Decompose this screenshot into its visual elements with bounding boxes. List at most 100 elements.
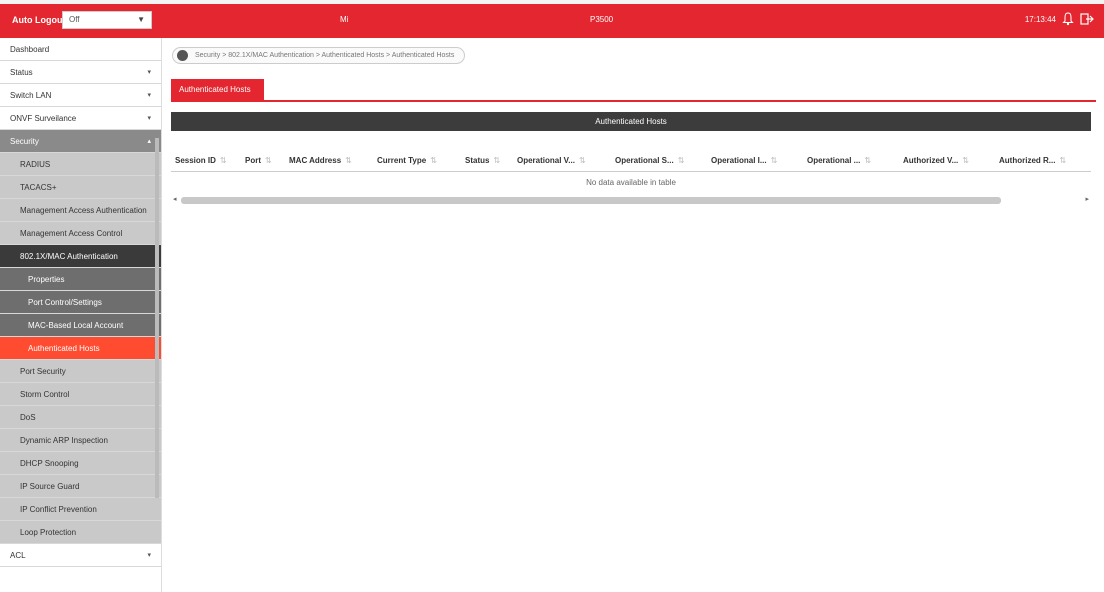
sidebar-item-label: MAC-Based Local Account [28, 321, 124, 330]
column-label: Status [465, 156, 490, 165]
sort-icon: ⇅ [864, 156, 872, 165]
sidebar-item-ip-source-guard[interactable]: IP Source Guard [0, 475, 161, 498]
column-header-port[interactable]: Port ⇅ [241, 150, 285, 171]
model-label: P3500 [590, 15, 614, 24]
top-bar: Auto Logout Off ▼ Mi P3500 17:13:44 [0, 4, 1104, 38]
column-label: Port [245, 156, 261, 165]
tab-underline [171, 100, 1096, 102]
sidebar-item-port-control-settings[interactable]: Port Control/Settings [0, 291, 161, 314]
sidebar-scrollbar[interactable] [155, 138, 159, 498]
breadcrumb: Security > 802.1X/MAC Authentication > A… [172, 47, 466, 64]
sidebar-item-management-access-control[interactable]: Management Access Control [0, 222, 161, 245]
auto-logout-value: Off [69, 15, 80, 24]
sidebar-item-label: Storm Control [20, 390, 70, 399]
sidebar-item-label: DHCP Snooping [20, 459, 79, 468]
sidebar-item-status[interactable]: Status ▾ [0, 61, 161, 84]
sidebar-item-ip-conflict-prevention[interactable]: IP Conflict Prevention [0, 498, 161, 521]
scrollbar-thumb[interactable] [181, 197, 1001, 204]
horizontal-scrollbar[interactable]: ◂ ▸ [171, 195, 1091, 205]
sidebar-item-port-security[interactable]: Port Security [0, 360, 161, 383]
column-header-session-id[interactable]: Session ID ⇅ [171, 150, 241, 171]
panel-title: Authenticated Hosts [171, 112, 1091, 131]
chevron-down-icon: ▾ [147, 69, 151, 76]
sidebar-item-label: DoS [20, 413, 36, 422]
column-label: Current Type [377, 156, 427, 165]
sidebar-item-label: Status [10, 68, 33, 77]
column-header-current-type[interactable]: Current Type ⇅ [373, 150, 461, 171]
sidebar-item-acl[interactable]: ACL ▾ [0, 544, 161, 567]
column-header-authorized-v[interactable]: Authorized V... ⇅ [899, 150, 995, 171]
sort-icon: ⇅ [770, 156, 778, 165]
breadcrumb-text: Security > 802.1X/MAC Authentication > A… [195, 52, 455, 59]
table-header: Session ID ⇅ Port ⇅ MAC Address ⇅ Current T… [171, 150, 1091, 172]
sidebar-item-tacacs[interactable]: TACACS+ [0, 176, 161, 199]
chevron-down-icon: ▾ [147, 552, 151, 559]
auto-logout-select[interactable]: Off ▼ [62, 11, 152, 29]
sidebar-item-security[interactable]: Security ▴ [0, 130, 161, 153]
column-header-authorized-r[interactable]: Authorized R... ⇅ [995, 150, 1091, 171]
sidebar-item-management-access-authentication[interactable]: Management Access Authentication [0, 199, 161, 222]
tab-authenticated-hosts[interactable]: Authenticated Hosts [171, 79, 264, 101]
sidebar-item-storm-control[interactable]: Storm Control [0, 383, 161, 406]
column-label: Authorized R... [999, 156, 1056, 165]
sidebar-item-dashboard[interactable]: Dashboard [0, 38, 161, 61]
sidebar-item-label: Management Access Control [20, 229, 123, 238]
sidebar-item-switch-lan[interactable]: Switch LAN ▾ [0, 84, 161, 107]
sort-icon: ⇅ [265, 156, 272, 165]
column-label: MAC Address [289, 156, 342, 165]
sidebar-item-mac-based-local-account[interactable]: MAC-Based Local Account [0, 314, 161, 337]
chevron-up-icon: ▴ [147, 138, 151, 145]
sidebar: Dashboard Status ▾ Switch LAN ▾ ONVF Surve… [0, 38, 162, 592]
sidebar-item-label: TACACS+ [20, 183, 57, 192]
device-label: Mi [340, 15, 349, 24]
sidebar-item-dynamic-arp-inspection[interactable]: Dynamic ARP Inspection [0, 429, 161, 452]
sidebar-item-label: Security [10, 137, 39, 146]
sort-icon: ⇅ [345, 156, 352, 165]
auto-logout-label: Auto Logout [12, 15, 66, 25]
column-label: Operational I... [711, 156, 767, 165]
sidebar-item-onvif-surveillance[interactable]: ONVF Surveilance ▾ [0, 107, 161, 130]
clock: 17:13:44 [1024, 15, 1056, 24]
sidebar-item-8021x-mac-authentication[interactable]: 802.1X/MAC Authentication [0, 245, 161, 268]
bell-icon[interactable] [1062, 12, 1074, 26]
column-header-operational-v[interactable]: Operational V... ⇅ [513, 150, 611, 171]
sidebar-item-label: Port Security [20, 367, 66, 376]
column-header-operational[interactable]: Operational ... ⇅ [803, 150, 899, 171]
sidebar-item-label: Port Control/Settings [28, 298, 102, 307]
sidebar-item-radius[interactable]: RADIUS [0, 153, 161, 176]
sidebar-item-properties[interactable]: Properties [0, 268, 161, 291]
sidebar-item-authenticated-hosts[interactable]: Authenticated Hosts [0, 337, 161, 360]
chevron-down-icon: ▾ [147, 92, 151, 99]
sidebar-item-loop-protection[interactable]: Loop Protection [0, 521, 161, 544]
sort-icon: ⇅ [578, 156, 586, 165]
sidebar-item-dhcp-snooping[interactable]: DHCP Snooping [0, 452, 161, 475]
sidebar-item-label: Switch LAN [10, 91, 52, 100]
sort-icon: ⇅ [962, 156, 969, 165]
column-header-status[interactable]: Status ⇅ [461, 150, 513, 171]
column-label: Operational ... [807, 156, 861, 165]
sidebar-item-label: Dynamic ARP Inspection [20, 436, 108, 445]
scroll-right-icon[interactable]: ▸ [1085, 195, 1089, 203]
sort-icon: ⇅ [430, 156, 437, 165]
scroll-left-icon[interactable]: ◂ [173, 195, 177, 203]
sidebar-item-dos[interactable]: DoS [0, 406, 161, 429]
sort-icon: ⇅ [219, 156, 227, 165]
sidebar-item-label: IP Source Guard [20, 482, 80, 491]
column-label: Authorized V... [903, 156, 959, 165]
sidebar-item-label: ACL [10, 551, 26, 560]
sidebar-item-label: Properties [28, 275, 65, 284]
home-icon[interactable] [177, 50, 188, 61]
column-header-mac-address[interactable]: MAC Address ⇅ [285, 150, 373, 171]
sidebar-item-label: 802.1X/MAC Authentication [20, 252, 118, 261]
logout-icon[interactable] [1080, 12, 1094, 26]
sort-icon: ⇅ [677, 156, 685, 165]
sidebar-item-label: ONVF Surveilance [10, 114, 77, 123]
sidebar-item-label: Dashboard [10, 45, 50, 54]
column-header-operational-s[interactable]: Operational S... ⇅ [611, 150, 707, 171]
sidebar-item-label: Loop Protection [20, 528, 77, 537]
chevron-down-icon: ▾ [147, 115, 151, 122]
column-header-operational-i[interactable]: Operational I... ⇅ [707, 150, 803, 171]
column-label: Operational V... [517, 156, 575, 165]
sidebar-item-label: Authenticated Hosts [28, 344, 100, 353]
sort-icon: ⇅ [493, 156, 501, 165]
